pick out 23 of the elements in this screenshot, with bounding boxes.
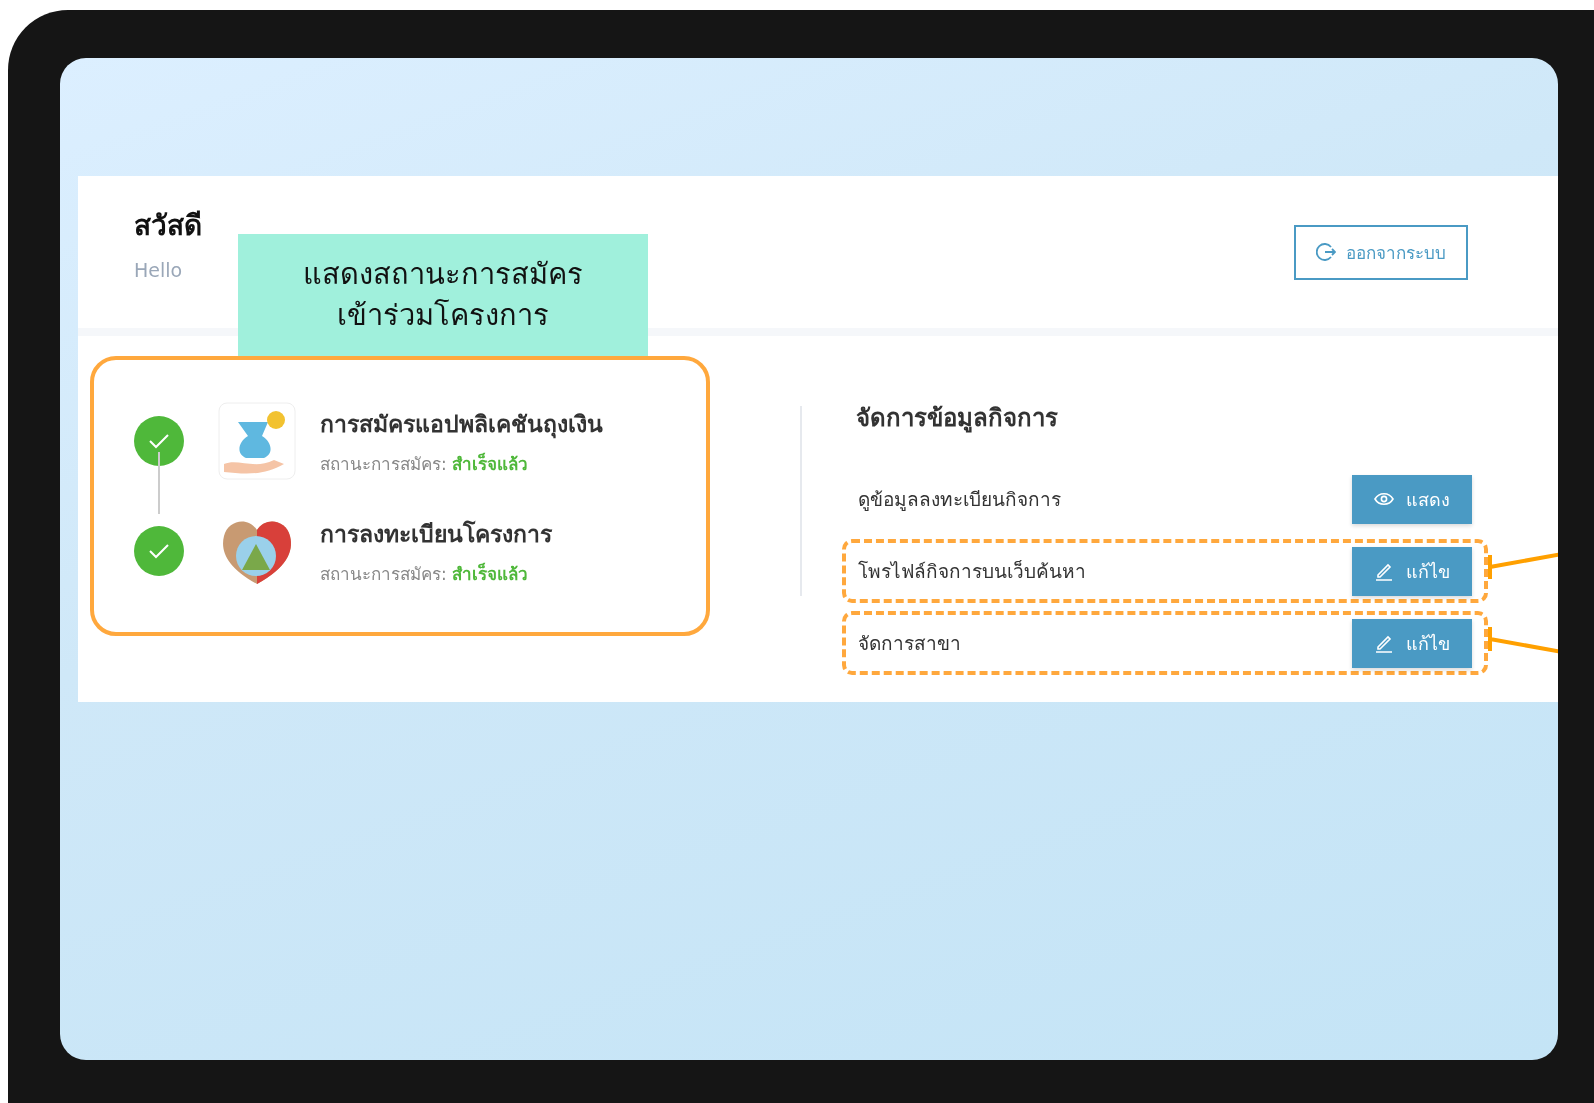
logout-button[interactable]: ออกจากระบบ [1294,224,1468,280]
logout-icon [1316,242,1336,262]
step-connector [158,452,160,514]
eye-icon [1374,492,1394,506]
check-icon [148,433,170,449]
step-title: การสมัครแอปพลิเคชันถุงเงิน [320,409,603,441]
item-label: จัดการสาขา [858,631,961,656]
callout-line: แสดงสถานะการสมัคร [303,256,583,294]
section-title: จัดการข้อมูลกิจการ [856,403,1059,435]
greeting-title: สวัสดี [134,208,202,244]
greeting-subtitle: Hello [134,259,184,281]
step-title: การลงทะเบียนโครงการ [320,519,552,549]
step-status: สถานะการสมัคร: สำเร็จแล้ว [320,451,530,476]
callout-line: เข้าร่วมโครงการ [337,297,549,334]
check-icon [148,543,170,559]
step-status: สถานะการสมัคร: สำเร็จแล้ว [320,561,530,586]
item-label: ดูข้อมูลลงทะเบียนกิจการ [858,487,1061,513]
edit-button[interactable]: แก้ไข [1352,618,1472,668]
pencil-icon [1374,633,1394,653]
pencil-icon [1374,561,1394,581]
edit-button[interactable]: แก้ไข [1352,546,1472,596]
view-button[interactable]: แสดง [1352,474,1472,524]
item-label: โพรไฟล์กิจการบนเว็บค้นหา [858,559,1086,584]
